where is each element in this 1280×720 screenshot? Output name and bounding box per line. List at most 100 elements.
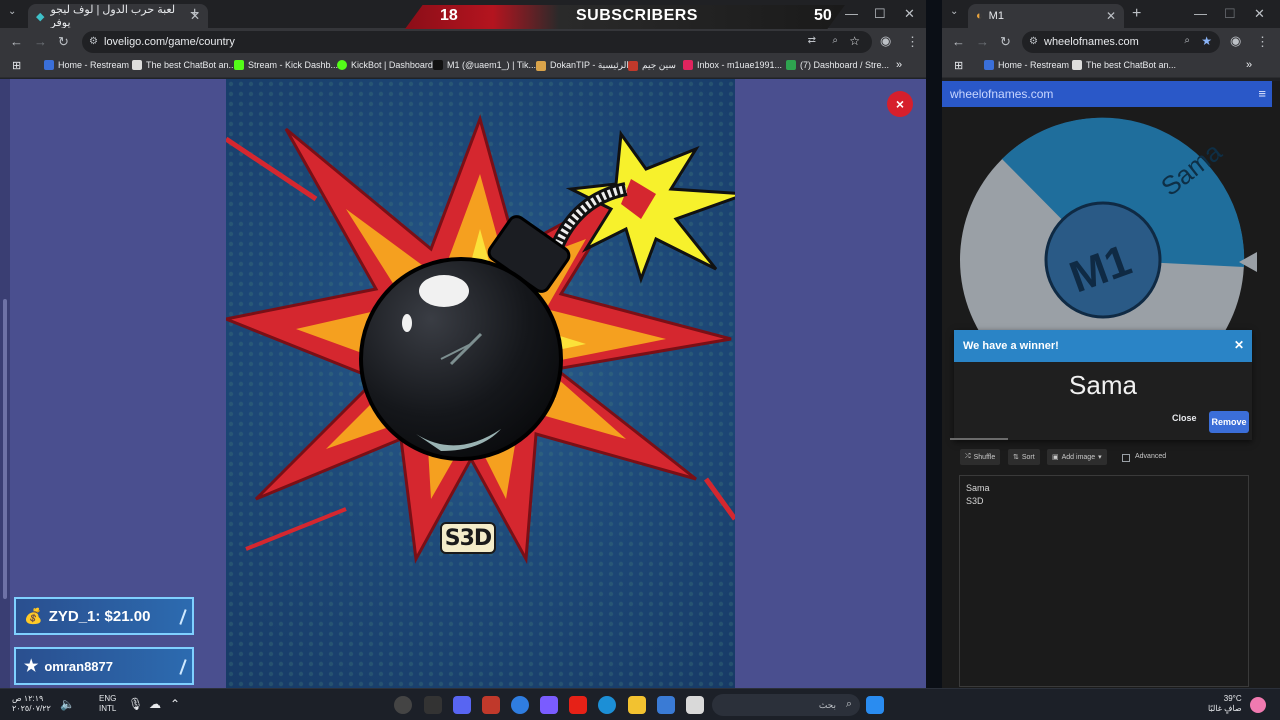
tab-search-icon[interactable]: ⌄ [950, 6, 958, 17]
youtube-icon[interactable] [569, 696, 587, 714]
menu-dots-icon[interactable]: ⋮ [906, 34, 919, 50]
chatbot-icon [132, 60, 142, 70]
maximize-icon[interactable]: ☐ [874, 6, 886, 22]
bookmark-item[interactable]: The best ChatBot an... [132, 60, 236, 70]
more-bookmarks-icon[interactable]: » [1246, 59, 1252, 71]
bookmark-item[interactable]: سين جيم [628, 60, 676, 71]
entries-textarea[interactable]: Sama S3D [959, 475, 1249, 687]
bookmark-item[interactable]: Home - Restream [984, 60, 1069, 70]
reload-icon[interactable]: ↻ [1000, 34, 1011, 50]
site-info-icon[interactable]: ⚙ [89, 36, 98, 47]
bookmark-item[interactable]: Home - Restream [44, 60, 129, 70]
apps-grid-icon[interactable]: ⊞ [954, 59, 963, 72]
decor-slash [179, 609, 187, 625]
add-image-button[interactable]: ▣ Add image ▾ [1047, 449, 1107, 465]
url-field[interactable]: ⚙ wheelofnames.com ⌕ ★ [1022, 31, 1220, 53]
dokantip-icon [536, 60, 546, 71]
remove-button[interactable]: Remove [1209, 411, 1249, 433]
profile-avatar-icon[interactable]: ◉ [880, 33, 891, 49]
back-icon[interactable]: ← [952, 34, 965, 49]
url-text: wheelofnames.com [1044, 36, 1139, 48]
quiz-icon [628, 60, 638, 71]
notepad-icon[interactable] [686, 696, 704, 714]
edge-icon[interactable] [598, 696, 616, 714]
right-address-bar: ← → ↻ ⚙ wheelofnames.com ⌕ ★ ◉ ⋮ [942, 28, 1280, 56]
maximize-icon[interactable]: ☐ [1224, 6, 1236, 22]
streamer-app-icon[interactable] [482, 696, 500, 714]
winner-dialog-header: We have a winner! ✕ [954, 330, 1252, 362]
game-close-button[interactable]: × [887, 91, 913, 117]
reload-icon[interactable]: ↻ [58, 34, 69, 50]
file-explorer-icon[interactable] [628, 696, 646, 714]
image-icon: ▣ [1052, 454, 1059, 461]
bookmark-star-icon[interactable]: ☆ [849, 34, 860, 48]
obs-icon[interactable] [394, 696, 412, 714]
menu-dots-icon[interactable]: ⋮ [1256, 34, 1269, 50]
spin-wheel[interactable]: Sama M1 [942, 107, 1272, 332]
left-tab-title: لعبة حرب الدول | لوف ليجو يوفر [50, 4, 176, 29]
search-icon: ⌕ [845, 698, 852, 710]
clock-date: ٢٠٢٥/٠٧/٢٢ [12, 704, 51, 713]
shuffle-button[interactable]: ⤮ Shuffle [960, 449, 1001, 465]
bookmark-item[interactable]: (7) Dashboard / Stre... [786, 60, 889, 70]
bookmark-item[interactable]: Inbox - m1uae1991... [683, 60, 782, 70]
new-tab-icon[interactable]: + [190, 5, 199, 23]
new-tab-icon[interactable]: + [1132, 5, 1141, 23]
notification-icon[interactable] [1250, 697, 1266, 713]
chrome-icon[interactable] [511, 696, 529, 714]
dialog-close-icon[interactable]: ✕ [1234, 338, 1244, 352]
store-icon[interactable] [657, 696, 675, 714]
close-button[interactable]: Close [1172, 413, 1197, 423]
site-logo-text[interactable]: wheelofnames.com [950, 87, 1053, 101]
profile-avatar-icon[interactable]: ◉ [1230, 33, 1241, 49]
bookmark-item[interactable]: The best ChatBot an... [1072, 60, 1176, 70]
apps-grid-icon[interactable]: ⊞ [12, 59, 21, 72]
close-tab-icon[interactable]: ✕ [1106, 9, 1116, 23]
kickbot-icon [337, 60, 347, 70]
app-icon[interactable] [424, 696, 442, 714]
windows-start-icon[interactable] [866, 696, 884, 714]
close-window-icon[interactable]: ✕ [1254, 6, 1265, 22]
right-tab-title: M1 [988, 10, 1004, 22]
taskbar-search[interactable]: بحث ⌕ [712, 694, 860, 716]
tab-search-icon[interactable]: ⌄ [8, 6, 16, 17]
right-active-tab[interactable]: ◐ M1 ✕ [968, 4, 1124, 28]
bookmark-item[interactable]: M1 (@uaem1_) | Tik... [433, 60, 536, 70]
advanced-checkbox[interactable] [1122, 454, 1130, 462]
volume-icon[interactable]: 🔈 [60, 697, 75, 711]
forward-icon[interactable]: → [34, 34, 47, 49]
bookmark-item[interactable]: Stream - Kick Dashb... [234, 60, 338, 70]
more-bookmarks-icon[interactable]: » [896, 59, 902, 71]
restream-icon [984, 60, 994, 70]
back-icon[interactable]: ← [10, 34, 23, 49]
zoom-icon[interactable]: ⌕ [832, 35, 838, 46]
language-indicator[interactable]: ENG INTL [99, 694, 116, 714]
close-window-icon[interactable]: ✕ [904, 6, 915, 22]
right-browser-window: ⌄ ◐ M1 ✕ + — ☐ ✕ ← → ↻ ⚙ wheelofnames.co… [942, 0, 1280, 688]
copilot-icon[interactable] [540, 696, 558, 714]
left-scrollbar[interactable] [0, 79, 10, 688]
sort-button[interactable]: ⇅ Sort [1008, 449, 1040, 465]
bookmark-star-icon[interactable]: ★ [1201, 34, 1212, 48]
money-icon: 💰 [24, 608, 43, 625]
donation-text: ZYD_1: $21.00 [48, 607, 151, 625]
zoom-icon[interactable]: ⌕ [1184, 35, 1190, 46]
weather-widget[interactable]: 39°C صافٍ غالبًا [1208, 694, 1242, 714]
scrollbar-thumb[interactable] [3, 299, 7, 599]
site-info-icon[interactable]: ⚙ [1029, 36, 1038, 47]
translate-icon[interactable]: ⇄ [808, 35, 816, 46]
minimize-icon[interactable]: — [1194, 6, 1207, 21]
left-active-tab[interactable]: ◆ لعبة حرب الدول | لوف ليجو يوفر ✕ [28, 4, 208, 29]
wheel-site-header: wheelofnames.com ≡ [942, 81, 1272, 107]
cloud-icon[interactable]: ☁ [149, 697, 161, 711]
minimize-icon[interactable]: — [845, 6, 858, 21]
chevron-up-icon[interactable]: ⌃ [170, 697, 180, 711]
clock[interactable]: ١٢:١٩ ص ٢٠٢٥/٠٧/٢٢ [12, 694, 51, 714]
bookmark-item[interactable]: KickBot | Dashboard [337, 60, 433, 70]
url-field[interactable]: ⚙ loveligo.com/game/country ⇄ ⌕ ☆ [82, 31, 872, 53]
microphone-icon[interactable]: 🎙 [128, 697, 143, 711]
bookmark-item[interactable]: DokanTIP - الرئيسية [536, 60, 629, 71]
hamburger-menu-icon[interactable]: ≡ [1258, 86, 1266, 101]
discord-icon[interactable] [453, 696, 471, 714]
forward-icon[interactable]: → [976, 34, 989, 49]
